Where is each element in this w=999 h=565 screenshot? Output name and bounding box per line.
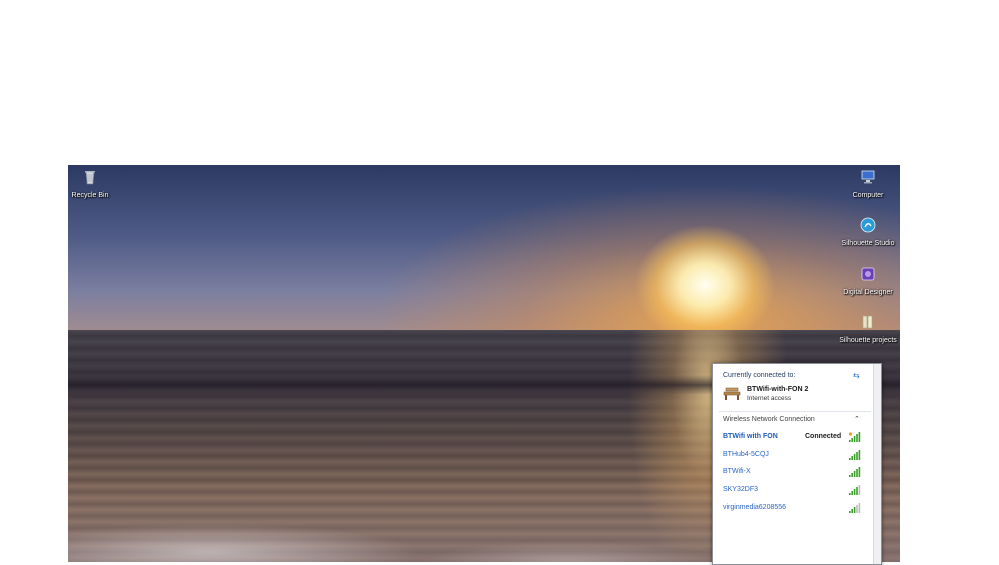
desktop-icon-computer[interactable]: Computer	[838, 169, 898, 200]
signal-bar	[853, 489, 856, 495]
signal-bars-icon	[849, 503, 861, 513]
desktop-icon-silhouette-studio[interactable]: Silhouette Studio	[838, 217, 898, 248]
shield-icon	[849, 432, 853, 436]
desktop-icon-label: Silhouette Studio	[841, 240, 895, 247]
signal-bar	[851, 438, 853, 442]
signal-bar	[858, 450, 861, 460]
signal-bar	[856, 505, 858, 513]
signal-bar	[849, 511, 851, 513]
currently-connected-label: Currently connected to:	[723, 372, 796, 379]
signal-bar	[858, 503, 861, 513]
signal-bars-icon	[849, 485, 861, 495]
network-item[interactable]: BTHub4-5CQJ	[723, 450, 861, 463]
signal-bar	[856, 452, 858, 460]
divider	[719, 411, 871, 412]
network-item[interactable]: BTWifi with FON Connected	[723, 432, 861, 445]
signal-bar	[858, 485, 861, 495]
network-name: BTHub4-5CQJ	[723, 451, 769, 458]
network-name: BTWifi with FON	[723, 433, 778, 440]
signal-bars-icon	[849, 450, 861, 460]
signal-bar	[849, 475, 851, 477]
desktop-icon-label: Digital Designer	[843, 289, 893, 296]
network-status: Connected	[805, 433, 842, 440]
digital-designer-icon	[861, 267, 875, 281]
computer-icon	[861, 170, 875, 184]
network-item[interactable]: SKY32DF3	[723, 485, 861, 498]
scrollbar[interactable]	[873, 364, 881, 564]
connected-network-access: Internet access	[747, 395, 792, 402]
section-title: Wireless Network Connection	[723, 416, 815, 423]
signal-bar	[856, 434, 858, 442]
signal-bar	[856, 487, 858, 495]
network-item[interactable]: virginmedia6208556	[723, 503, 861, 516]
desktop-icon-digital-designer[interactable]: Digital Designer	[838, 266, 898, 297]
chevron-up-icon[interactable]: ⌃	[854, 415, 860, 423]
network-name: SKY32DF3	[723, 486, 759, 493]
network-flyout: Currently connected to: ⇆ BTWifi-with-FO…	[712, 363, 882, 565]
folder-icon	[862, 315, 873, 329]
connected-network-name: BTWifi-with-FON 2	[747, 386, 809, 393]
desktop-icon-label: Computer	[852, 192, 884, 199]
signal-bar	[851, 491, 853, 495]
signal-bar	[853, 471, 856, 477]
signal-bars-icon	[849, 467, 861, 477]
desktop-icon-label: Silhouette projects	[839, 337, 897, 344]
signal-bar	[849, 440, 851, 442]
signal-bar	[858, 467, 861, 477]
signal-bar	[851, 509, 853, 513]
signal-bar	[858, 432, 861, 442]
signal-bar	[851, 473, 853, 477]
desktop-icon-silhouette-projects[interactable]: Silhouette projects	[838, 314, 898, 345]
refresh-icon[interactable]: ⇆	[853, 371, 860, 380]
signal-bar	[853, 454, 856, 460]
signal-bar	[849, 458, 851, 460]
recycle-bin-icon	[85, 171, 95, 185]
network-name: BTWifi-X	[723, 468, 751, 475]
desktop-icon-label: Recycle Bin	[71, 192, 109, 199]
signal-bar	[853, 436, 856, 442]
signal-bar	[849, 493, 851, 495]
signal-bar	[856, 469, 858, 477]
network-bench-icon	[723, 387, 741, 400]
signal-bars-icon	[849, 432, 861, 442]
signal-bar	[851, 456, 853, 460]
signal-bar	[853, 507, 856, 513]
desktop-icon-recycle-bin[interactable]: Recycle Bin	[68, 169, 120, 200]
silhouette-studio-icon	[860, 217, 876, 233]
network-name: virginmedia6208556	[723, 504, 787, 511]
network-item[interactable]: BTWifi-X	[723, 467, 861, 480]
